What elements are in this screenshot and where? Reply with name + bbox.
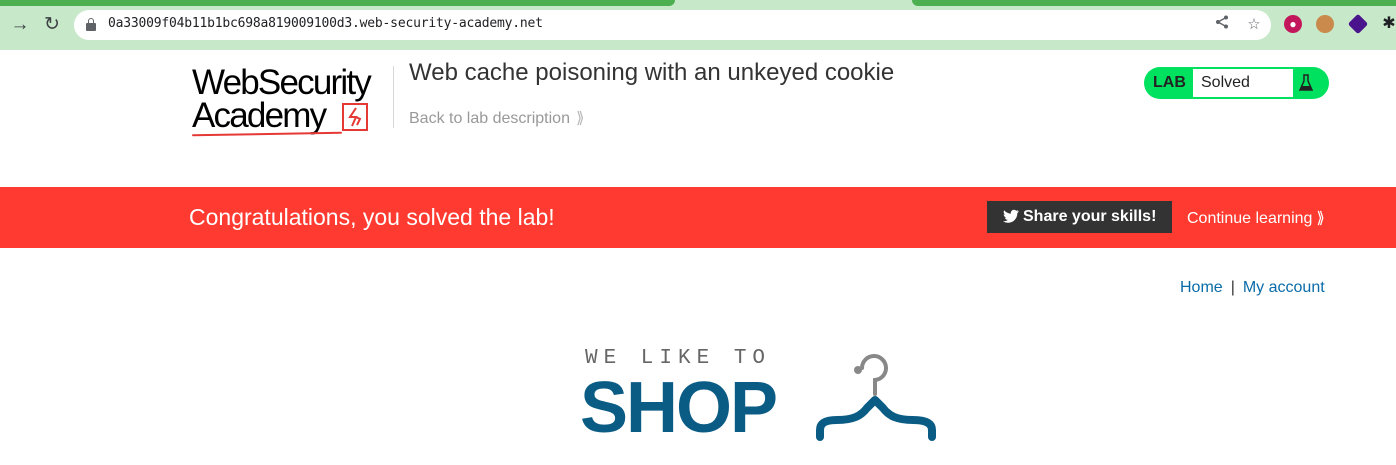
header-divider <box>393 66 394 128</box>
home-link[interactable]: Home <box>1180 279 1223 296</box>
academy-logo[interactable]: WebSecurity Academy <box>191 63 392 138</box>
lightning-mark-icon <box>342 103 368 131</box>
shop-wordmark: SHOP <box>580 368 778 448</box>
tab-strip <box>0 0 1396 6</box>
reload-icon[interactable]: ↻ <box>41 14 63 36</box>
address-bar[interactable]: 0a33009f04b11b1bc698a819009100d3.web-sec… <box>74 10 1271 40</box>
lock-icon[interactable] <box>86 18 96 31</box>
inactive-tab[interactable] <box>912 0 1396 6</box>
logo-line1: WebSecurity <box>192 63 372 102</box>
puzzle-icon[interactable]: ✱ <box>1380 15 1396 33</box>
shop-nav: Home | My account <box>1180 279 1325 297</box>
nav-separator: | <box>1230 279 1235 296</box>
share-skills-label: Share your skills! <box>1023 208 1157 225</box>
my-account-link[interactable]: My account <box>1243 279 1325 296</box>
share-skills-button[interactable]: Share your skills! <box>987 201 1172 233</box>
browser-toolbar: → ↻ 0a33009f04b11b1bc698a819009100d3.web… <box>0 0 1396 50</box>
shop-tagline: WE LIKE TO <box>585 347 772 370</box>
back-link-label: Back to lab description <box>409 110 570 127</box>
cookie-icon[interactable] <box>1316 15 1334 33</box>
status-value: Solved <box>1193 69 1293 97</box>
bookmark-star-icon[interactable]: ☆ <box>1244 15 1264 35</box>
double-chevron-icon: ⟩⟩ <box>1316 210 1325 227</box>
solved-banner: Congratulations, you solved the lab! Sha… <box>0 187 1396 248</box>
back-to-lab-link[interactable]: Back to lab description ⟩⟩ <box>409 108 585 128</box>
url-text[interactable]: 0a33009f04b11b1bc698a819009100d3.web-sec… <box>108 16 543 31</box>
continue-learning-link[interactable]: Continue learning ⟩⟩ <box>1187 208 1325 228</box>
active-tab[interactable] <box>0 0 675 6</box>
hanger-icon <box>815 350 937 445</box>
congrats-message: Congratulations, you solved the lab! <box>189 204 555 230</box>
continue-learning-label: Continue learning <box>1187 210 1313 227</box>
flask-icon <box>1298 73 1314 93</box>
share-icon[interactable] <box>1212 15 1232 35</box>
twitter-icon <box>1003 209 1019 225</box>
logo-line2: Academy <box>192 96 327 135</box>
extension-icon[interactable]: ● <box>1284 15 1302 33</box>
back-icon[interactable]: → <box>9 14 31 36</box>
status-label: LAB <box>1153 74 1186 91</box>
lab-title: Web cache poisoning with an unkeyed cook… <box>409 59 895 86</box>
lab-status-badge: LAB Solved <box>1144 67 1329 99</box>
extension-icon[interactable] <box>1347 13 1369 35</box>
double-chevron-icon: ⟩⟩ <box>575 110 585 127</box>
